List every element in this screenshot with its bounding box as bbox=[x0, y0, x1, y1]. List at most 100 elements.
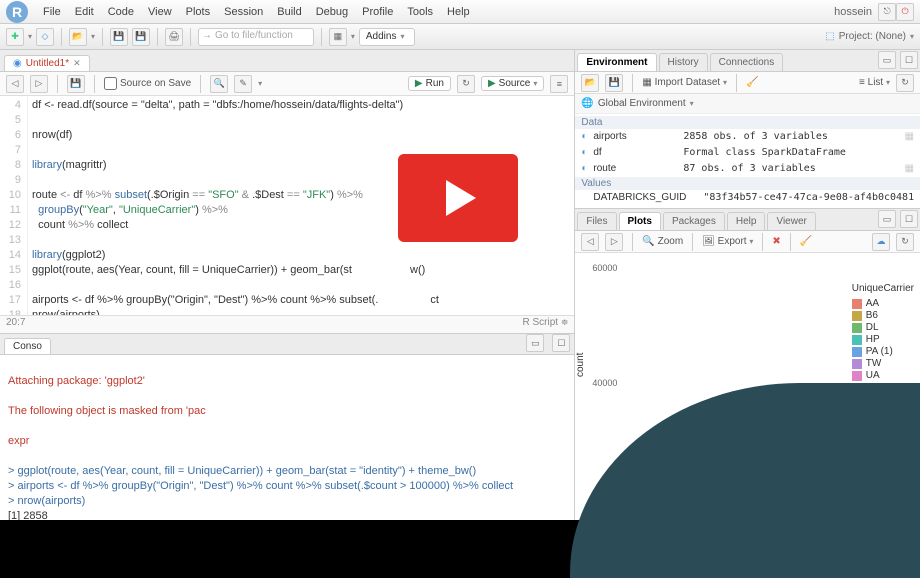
user-label: hossein bbox=[834, 6, 872, 18]
addins-dropdown[interactable]: Addins▾ bbox=[359, 28, 416, 46]
env-row-guid[interactable]: DATABRICKS_GUID"83f34b57-ce47-47ca-9e08-… bbox=[575, 190, 920, 206]
signout-icon[interactable]: ⎋ bbox=[878, 3, 896, 21]
new-file-icon[interactable]: ✚ bbox=[6, 28, 24, 46]
menu-plots[interactable]: Plots bbox=[186, 6, 210, 18]
menu-tools[interactable]: Tools bbox=[407, 6, 433, 18]
tab-plots[interactable]: Plots bbox=[619, 212, 661, 230]
console-line: Attaching package: 'ggplot2' bbox=[8, 374, 566, 389]
clear-env-icon[interactable]: 🧹 bbox=[746, 77, 758, 88]
legend-item: AA bbox=[852, 298, 914, 309]
max-icon[interactable]: ☐ bbox=[552, 334, 570, 352]
file-tab-label: Untitled1* bbox=[26, 58, 69, 69]
tab-history[interactable]: History bbox=[659, 53, 708, 71]
menu-profile[interactable]: Profile bbox=[362, 6, 393, 18]
view-data-icon[interactable]: ▦ bbox=[905, 129, 914, 145]
env-scope-selector[interactable]: 🌐 Global Environment ▾ bbox=[575, 94, 920, 114]
tab-console[interactable]: Conso bbox=[4, 338, 51, 354]
power-icon[interactable]: ⏻ bbox=[896, 3, 914, 21]
file-tab-untitled1[interactable]: ◉ Untitled1* ✕ bbox=[4, 55, 90, 71]
save-all-icon[interactable]: 💾 bbox=[132, 28, 150, 46]
view-data-icon[interactable]: ▦ bbox=[905, 161, 914, 177]
plots-min-icon[interactable]: ▭ bbox=[878, 210, 896, 228]
print-icon[interactable]: 🖨 bbox=[165, 28, 183, 46]
console-line: The following object is masked from 'pac bbox=[8, 404, 566, 419]
env-section-values: Values bbox=[575, 177, 920, 190]
lang-selector[interactable]: R Script ≑ bbox=[522, 317, 568, 332]
plots-max-icon[interactable]: ☐ bbox=[900, 210, 918, 228]
r-logo: R bbox=[6, 1, 28, 23]
clear-plots-icon[interactable]: 🧹 bbox=[800, 236, 812, 247]
zoom-button[interactable]: 🔍 Zoom bbox=[642, 236, 683, 247]
open-file-icon[interactable]: 📂 bbox=[69, 28, 87, 46]
project-label: Project: (None) bbox=[839, 31, 906, 42]
env-row-df[interactable]: ◐dfFormal class SparkDataFrame bbox=[575, 145, 920, 161]
console-line: > nrow(airports) bbox=[8, 494, 566, 509]
close-tab-icon[interactable]: ✕ bbox=[73, 58, 81, 69]
grid-icon[interactable]: ▦ bbox=[329, 28, 347, 46]
prev-plot-icon[interactable]: ◁ bbox=[581, 233, 599, 251]
min-icon[interactable]: ▭ bbox=[526, 334, 544, 352]
import-dataset-dropdown[interactable]: ▦ Import Dataset ▾ bbox=[642, 77, 727, 88]
env-max-icon[interactable]: ☐ bbox=[900, 51, 918, 69]
back-icon[interactable]: ◁ bbox=[6, 75, 24, 93]
tab-files[interactable]: Files bbox=[577, 212, 616, 230]
menu-session[interactable]: Session bbox=[224, 6, 263, 18]
play-button-overlay[interactable] bbox=[398, 154, 518, 242]
console-output: [1] 2858 bbox=[8, 509, 566, 520]
panes-dropdown[interactable]: ▾ bbox=[351, 32, 355, 41]
tab-environment[interactable]: Environment bbox=[577, 53, 656, 71]
source-button[interactable]: ▶Source▾ bbox=[481, 76, 544, 91]
env-section-data: Data bbox=[575, 116, 920, 129]
run-button[interactable]: ▶Run bbox=[408, 76, 451, 91]
refresh-plot-icon[interactable]: ↻ bbox=[896, 233, 914, 251]
new-file-dropdown[interactable]: ▾ bbox=[28, 32, 32, 41]
menu-build[interactable]: Build bbox=[277, 6, 301, 18]
save-env-icon[interactable]: 💾 bbox=[605, 74, 623, 92]
rscript-icon: ◉ bbox=[13, 58, 22, 69]
cursor-position: 20:7 bbox=[6, 317, 25, 332]
goto-file-input[interactable]: Go to file/function bbox=[198, 28, 314, 46]
legend-item: B6 bbox=[852, 310, 914, 321]
source-toolbar: ◁ ▷ 💾 Source on Save 🔍 ✎ ▾ ▶Run ↻ ▶Sourc… bbox=[0, 72, 574, 96]
load-icon[interactable]: 📂 bbox=[581, 74, 599, 92]
console-line: > ggplot(route, aes(Year, count, fill = … bbox=[8, 464, 566, 479]
tab-connections[interactable]: Connections bbox=[710, 53, 784, 71]
tab-viewer[interactable]: Viewer bbox=[767, 212, 815, 230]
menu-code[interactable]: Code bbox=[108, 6, 134, 18]
source-on-save-checkbox[interactable]: Source on Save bbox=[104, 77, 191, 90]
fwd-icon[interactable]: ▷ bbox=[30, 75, 48, 93]
legend-item: TW bbox=[852, 358, 914, 369]
view-data-icon[interactable] bbox=[911, 145, 914, 161]
new-project-icon[interactable]: ◇ bbox=[36, 28, 54, 46]
remove-plot-icon[interactable]: ✖ bbox=[772, 236, 780, 247]
next-plot-icon[interactable]: ▷ bbox=[605, 233, 623, 251]
console[interactable]: Attaching package: 'ggplot2' The followi… bbox=[0, 355, 574, 520]
env-row-route[interactable]: ◐route87 obs. of 3 variables▦ bbox=[575, 161, 920, 177]
legend-item: PA (1) bbox=[852, 346, 914, 357]
wand-icon[interactable]: ✎ bbox=[234, 75, 252, 93]
find-icon[interactable]: 🔍 bbox=[210, 75, 228, 93]
project-selector[interactable]: ⬚ Project: (None) ▾ bbox=[825, 31, 914, 42]
menu-debug[interactable]: Debug bbox=[316, 6, 348, 18]
save-doc-icon[interactable]: 💾 bbox=[67, 75, 85, 93]
export-dropdown[interactable]: 🖼 Export ▾ bbox=[702, 236, 753, 247]
save-icon[interactable]: 💾 bbox=[110, 28, 128, 46]
env-row-airports[interactable]: ◐airports2858 obs. of 3 variables▦ bbox=[575, 129, 920, 145]
console-line: > airports <- df %>% groupBy("Origin", "… bbox=[8, 479, 566, 494]
env-tabs: Environment History Connections ▭ ☐ bbox=[575, 50, 920, 72]
menu-view[interactable]: View bbox=[148, 6, 172, 18]
menu-edit[interactable]: Edit bbox=[75, 6, 94, 18]
legend-title: UniqueCarrier bbox=[852, 283, 914, 294]
r-env-icon: 🌐 bbox=[581, 98, 593, 109]
menu-help[interactable]: Help bbox=[447, 6, 470, 18]
outline-icon[interactable]: ≡ bbox=[550, 75, 568, 93]
tab-packages[interactable]: Packages bbox=[663, 212, 725, 230]
publish-icon[interactable]: ☁ bbox=[872, 233, 890, 251]
refresh-icon[interactable]: ↻ bbox=[896, 74, 914, 92]
env-min-icon[interactable]: ▭ bbox=[878, 51, 896, 69]
view-mode-dropdown[interactable]: ≡ List ▾ bbox=[859, 77, 890, 88]
tab-help-panel[interactable]: Help bbox=[727, 212, 766, 230]
menu-file[interactable]: File bbox=[43, 6, 61, 18]
rerun-icon[interactable]: ↻ bbox=[457, 75, 475, 93]
recent-dropdown[interactable]: ▾ bbox=[91, 32, 95, 41]
